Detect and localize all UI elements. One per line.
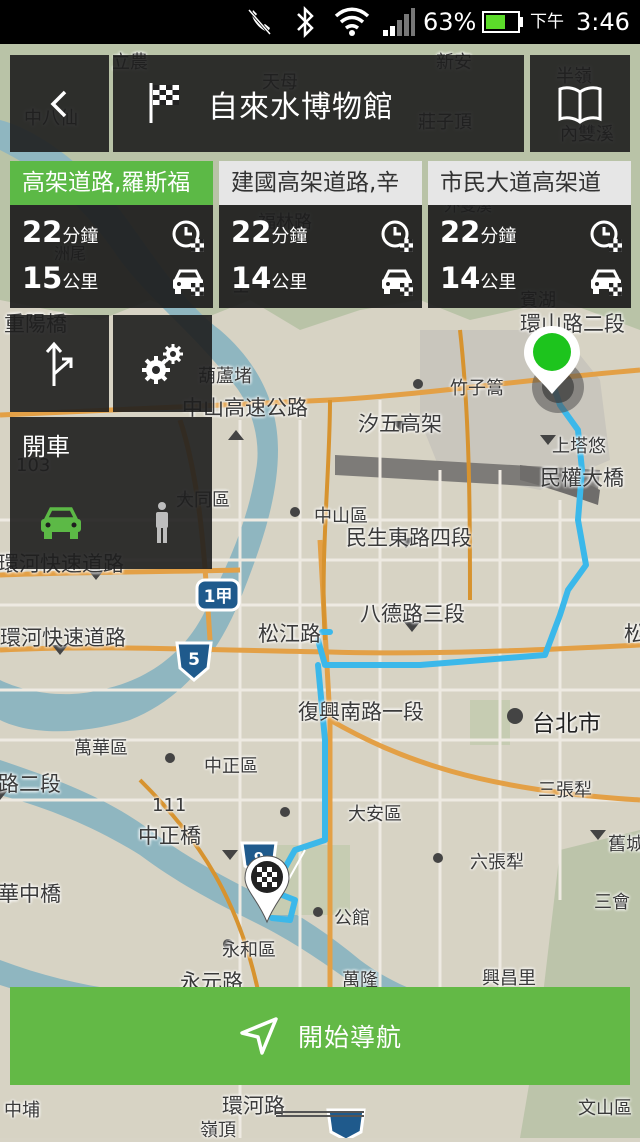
route-shield-1jia: 1甲 — [195, 578, 241, 612]
travel-mode-panel: 開車 — [10, 417, 212, 569]
map-label: 永和區 — [222, 940, 276, 961]
status-time: 3:46 — [576, 8, 630, 36]
map-label: 中埔 — [4, 1100, 40, 1121]
map-label: 大安區 — [348, 804, 402, 825]
book-button[interactable] — [530, 55, 630, 152]
route-distance: 14公里 — [440, 261, 516, 295]
car-checkered-icon — [380, 267, 414, 301]
map-label: 八德路三段 — [360, 602, 465, 626]
map-label: 公館 — [334, 908, 370, 929]
route-distance-value: 14 — [231, 261, 272, 295]
map-label: 嶺頂 — [200, 1120, 236, 1141]
map-label: 台北市 — [532, 711, 601, 737]
route-time-unit: 分鐘 — [271, 226, 308, 247]
map-label: 舊城 — [608, 834, 640, 855]
route-distance-unit: 公里 — [62, 272, 99, 293]
battery-icon — [481, 0, 525, 44]
route-distance-value: 15 — [22, 261, 63, 295]
map-label: 中正橋 — [138, 824, 201, 848]
battery-percent: 63% — [423, 8, 477, 36]
checkered-flag-icon — [149, 83, 179, 123]
route-option-card[interactable]: 高架道路,羅斯福 22分鐘 15公里 — [10, 161, 213, 308]
map-park — [470, 700, 510, 745]
pedestrian-icon — [155, 502, 168, 543]
destination-title: 自來水博物館 — [208, 90, 394, 125]
svg-text:5: 5 — [188, 650, 200, 670]
navigation-arrow-icon — [240, 1017, 278, 1055]
route-name: 市民大道高架道 — [428, 161, 631, 205]
map-label: 竹子篙 — [450, 378, 504, 399]
route-time-value: 22 — [231, 215, 272, 249]
map-label: 民生東路四段 — [346, 526, 472, 550]
gears-icon — [141, 343, 183, 384]
route-split-icon — [45, 341, 72, 386]
bluetooth-icon — [294, 0, 316, 44]
map-label: 民權大橋 — [540, 466, 624, 490]
signal-icon — [381, 0, 415, 44]
start-navigation-button[interactable]: 開始導航 — [10, 987, 630, 1085]
book-icon — [558, 85, 602, 124]
route-name: 建國高架道路,辛 — [219, 161, 422, 205]
route-time: 22分鐘 — [22, 215, 98, 249]
car-icon — [40, 507, 81, 539]
map-label: 萬華區 — [74, 738, 128, 759]
route-options-button[interactable] — [10, 315, 109, 412]
route-time: 22分鐘 — [440, 215, 516, 249]
back-button[interactable] — [10, 55, 109, 152]
clock-icon — [589, 219, 623, 257]
route-time-unit: 分鐘 — [480, 226, 517, 247]
map-label: 三會 — [594, 892, 630, 913]
mode-walk-button[interactable] — [111, 477, 212, 569]
start-navigation-label: 開始導航 — [297, 1023, 402, 1052]
settings-button[interactable] — [113, 315, 212, 412]
status-bar: 63% 下午 3:46 — [0, 0, 640, 44]
wifi-icon — [334, 0, 370, 44]
route-name: 高架道路,羅斯福 — [10, 161, 213, 205]
route-distance-value: 14 — [440, 261, 481, 295]
route-time-unit: 分鐘 — [62, 226, 99, 247]
map-label: 松 — [624, 622, 640, 646]
map-label: 上塔悠 — [552, 436, 606, 457]
clock-icon — [380, 219, 414, 257]
map-label: 六張犁 — [470, 852, 524, 873]
route-distance-unit: 公里 — [271, 272, 308, 293]
map-label: 文山區 — [578, 1098, 632, 1119]
map-label: 汐五高架 — [358, 412, 442, 436]
mode-car-button[interactable] — [10, 477, 111, 569]
muted-ring-icon — [246, 0, 272, 44]
map-label: 111 — [152, 795, 187, 816]
route-distance: 14公里 — [231, 261, 307, 295]
route-distance-unit: 公里 — [480, 272, 517, 293]
map-label: 松江路 — [258, 622, 321, 646]
car-checkered-icon — [589, 267, 623, 301]
map-label: 中正區 — [204, 756, 258, 777]
route-time-value: 22 — [440, 215, 481, 249]
status-ampm: 下午 — [530, 12, 564, 32]
route-time-value: 22 — [22, 215, 63, 249]
route-time: 22分鐘 — [231, 215, 307, 249]
start-pin — [520, 324, 590, 414]
map-label: 路二段 — [0, 772, 61, 796]
route-distance: 15公里 — [22, 261, 98, 295]
map-label: 華中橋 — [0, 882, 61, 906]
map-label: 環河快速道路 — [0, 626, 126, 650]
car-checkered-icon — [171, 267, 205, 301]
back-arrow-icon — [50, 90, 66, 117]
route-option-card[interactable]: 市民大道高架道 22分鐘 14公里 — [428, 161, 631, 308]
route-option-card[interactable]: 建國高架道路,辛 22分鐘 14公里 — [219, 161, 422, 308]
svg-text:1甲: 1甲 — [204, 587, 233, 607]
destination-pin — [242, 854, 292, 926]
travel-mode-label: 開車 — [22, 433, 70, 461]
map-label: 復興南路一段 — [298, 700, 424, 724]
drawer-handle[interactable] — [276, 1110, 364, 1120]
map-label: 三張犁 — [538, 780, 592, 801]
clock-icon — [171, 219, 205, 257]
